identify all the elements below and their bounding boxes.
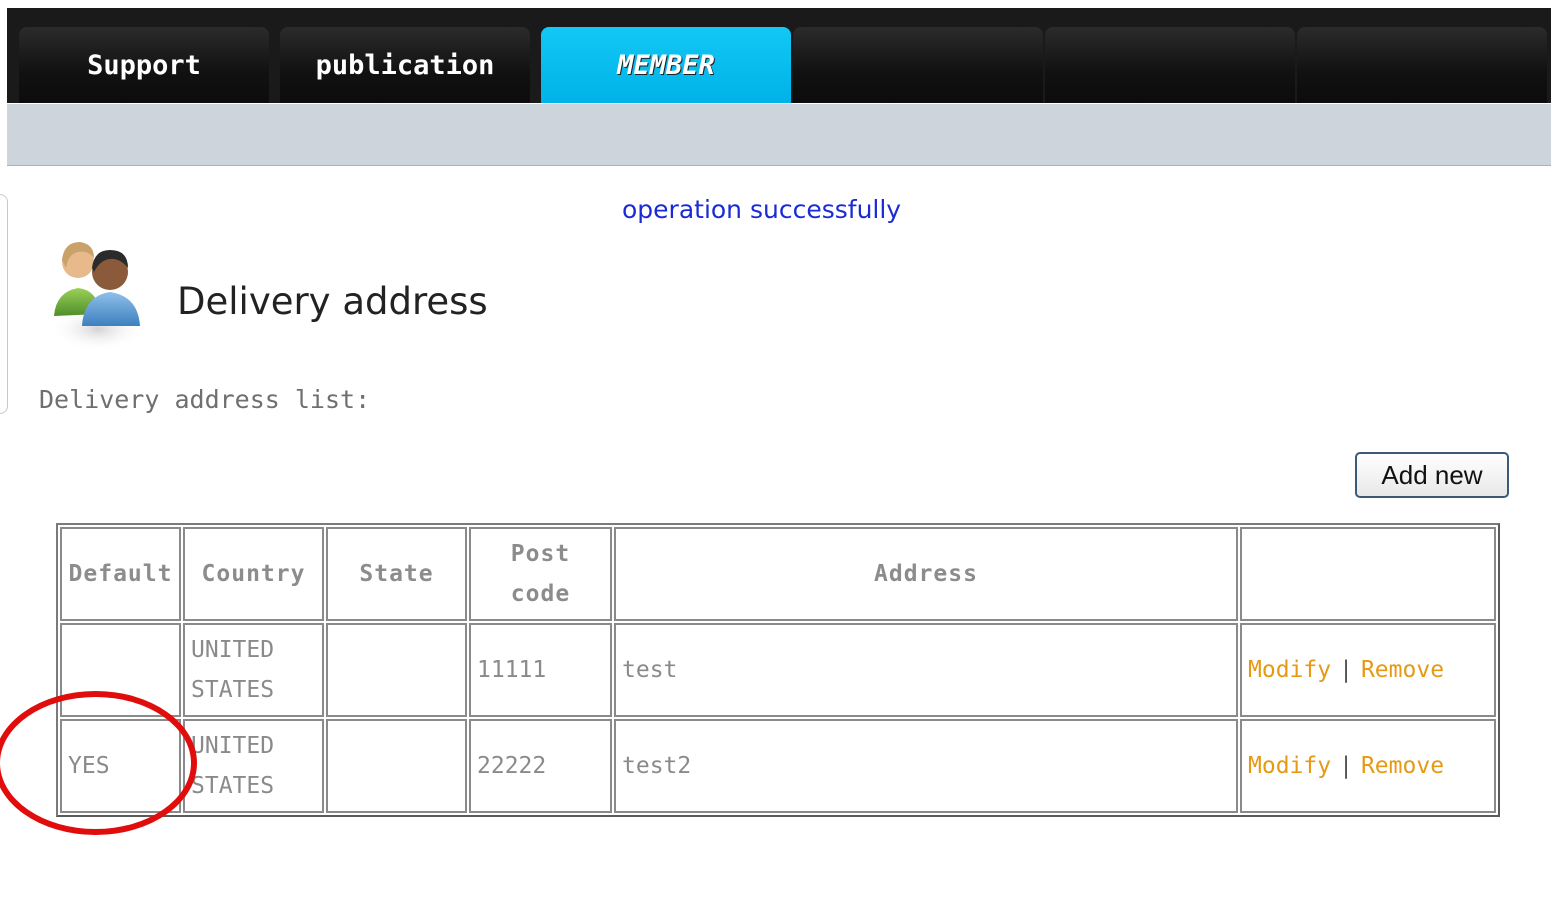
cell-default: YES xyxy=(60,719,181,813)
modify-link[interactable]: Modify xyxy=(1248,657,1331,683)
tab-empty-2[interactable] xyxy=(1045,27,1295,103)
table-header-row: Default Country State Post code Address xyxy=(60,527,1496,621)
tab-empty-1[interactable] xyxy=(793,27,1043,103)
cell-state xyxy=(326,719,467,813)
top-border xyxy=(0,0,1551,8)
remove-link[interactable]: Remove xyxy=(1361,657,1444,683)
tab-publication[interactable]: publication xyxy=(280,27,530,103)
list-label: Delivery address list: xyxy=(39,385,371,414)
cell-country: UNITED STATES xyxy=(183,623,324,717)
sub-nav-bar xyxy=(7,103,1551,166)
header-state: State xyxy=(326,527,467,621)
tab-member[interactable]: MEMBER xyxy=(541,27,791,103)
tab-publication-label: publication xyxy=(315,49,495,81)
cell-address: test2 xyxy=(614,719,1238,813)
table-row: UNITED STATES 11111 test Modify | Remove xyxy=(60,623,1496,717)
action-separator: | xyxy=(1339,753,1353,779)
header-address: Address xyxy=(614,527,1238,621)
action-separator: | xyxy=(1339,657,1353,683)
page: Support publication MEMBER operation suc… xyxy=(0,0,1551,913)
header-country: Country xyxy=(183,527,324,621)
header-default: Default xyxy=(60,527,181,621)
cell-address: test xyxy=(614,623,1238,717)
tab-member-label: MEMBER xyxy=(617,49,715,81)
remove-link[interactable]: Remove xyxy=(1361,753,1444,779)
cell-actions: Modify | Remove xyxy=(1240,623,1496,717)
cell-actions: Modify | Remove xyxy=(1240,719,1496,813)
modify-link[interactable]: Modify xyxy=(1248,753,1331,779)
cell-post-code: 11111 xyxy=(469,623,612,717)
table-row: YES UNITED STATES 22222 test2 Modify | Rem… xyxy=(60,719,1496,813)
address-table: Default Country State Post code Address … xyxy=(56,523,1500,817)
tab-empty-3[interactable] xyxy=(1297,27,1547,103)
add-new-button[interactable]: Add new xyxy=(1355,452,1509,498)
cell-state xyxy=(326,623,467,717)
header-post-code: Post code xyxy=(469,527,612,621)
cell-default xyxy=(60,623,181,717)
content-frame-edge xyxy=(0,194,8,414)
top-nav: Support publication MEMBER xyxy=(7,8,1551,103)
users-icon xyxy=(50,242,146,351)
cell-country: UNITED STATES xyxy=(183,719,324,813)
header-actions xyxy=(1240,527,1496,621)
cell-post-code: 22222 xyxy=(469,719,612,813)
tab-support-label: Support xyxy=(87,49,201,81)
status-message: operation successfully xyxy=(622,195,902,224)
page-title: Delivery address xyxy=(177,280,488,323)
tab-support[interactable]: Support xyxy=(19,27,269,103)
